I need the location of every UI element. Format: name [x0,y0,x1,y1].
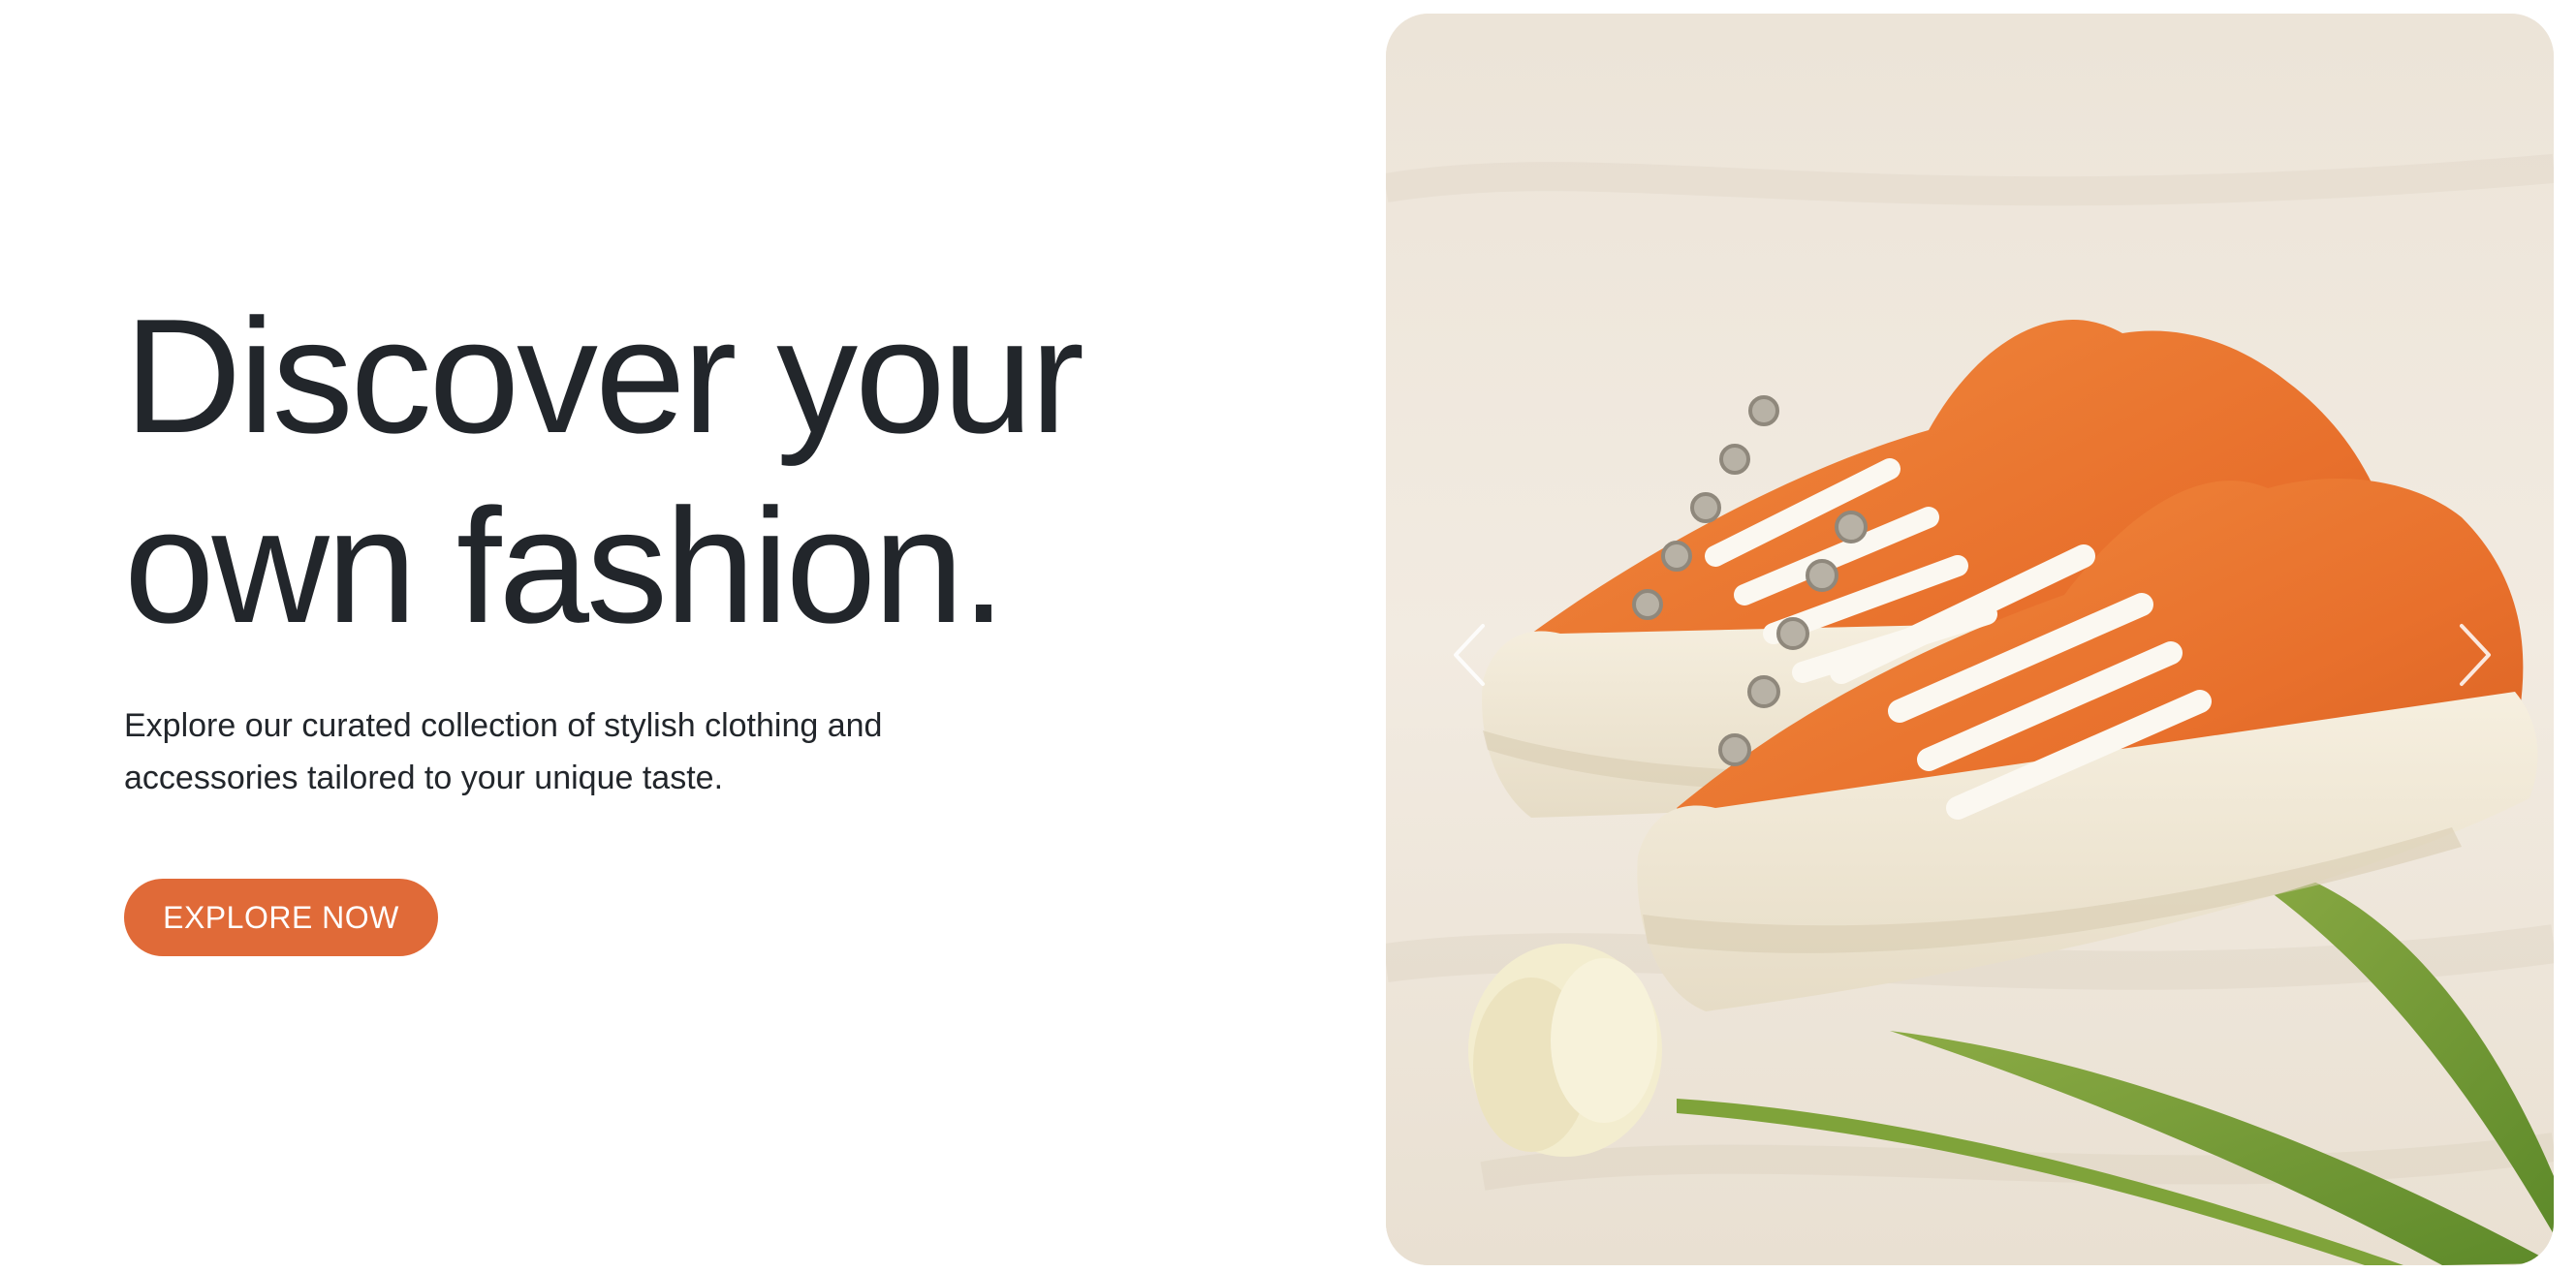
chevron-right-icon [2460,624,2491,686]
carousel-next-button[interactable] [2442,616,2500,694]
explore-now-button[interactable]: EXPLORE NOW [124,879,438,956]
hero-headline-line-2: own fashion. [124,475,1006,657]
carousel-prev-button[interactable] [1444,616,1502,694]
chevron-left-icon [1454,624,1485,686]
hero-headline-line-1: Discover your [124,285,1084,467]
hero-text-block: Discover your own fashion. Explore our c… [124,281,1287,804]
hero-headline: Discover your own fashion. [124,281,1287,661]
hero-section: Discover your own fashion. Explore our c… [0,0,2576,1273]
hero-image-carousel [1386,14,2554,1265]
hero-description-line-2: accessories tailored to your unique tast… [124,760,724,796]
hero-description-line-1: Explore our curated collection of stylis… [124,707,883,744]
sneakers-photo [1386,14,2554,1265]
hero-description: Explore our curated collection of stylis… [124,699,996,804]
